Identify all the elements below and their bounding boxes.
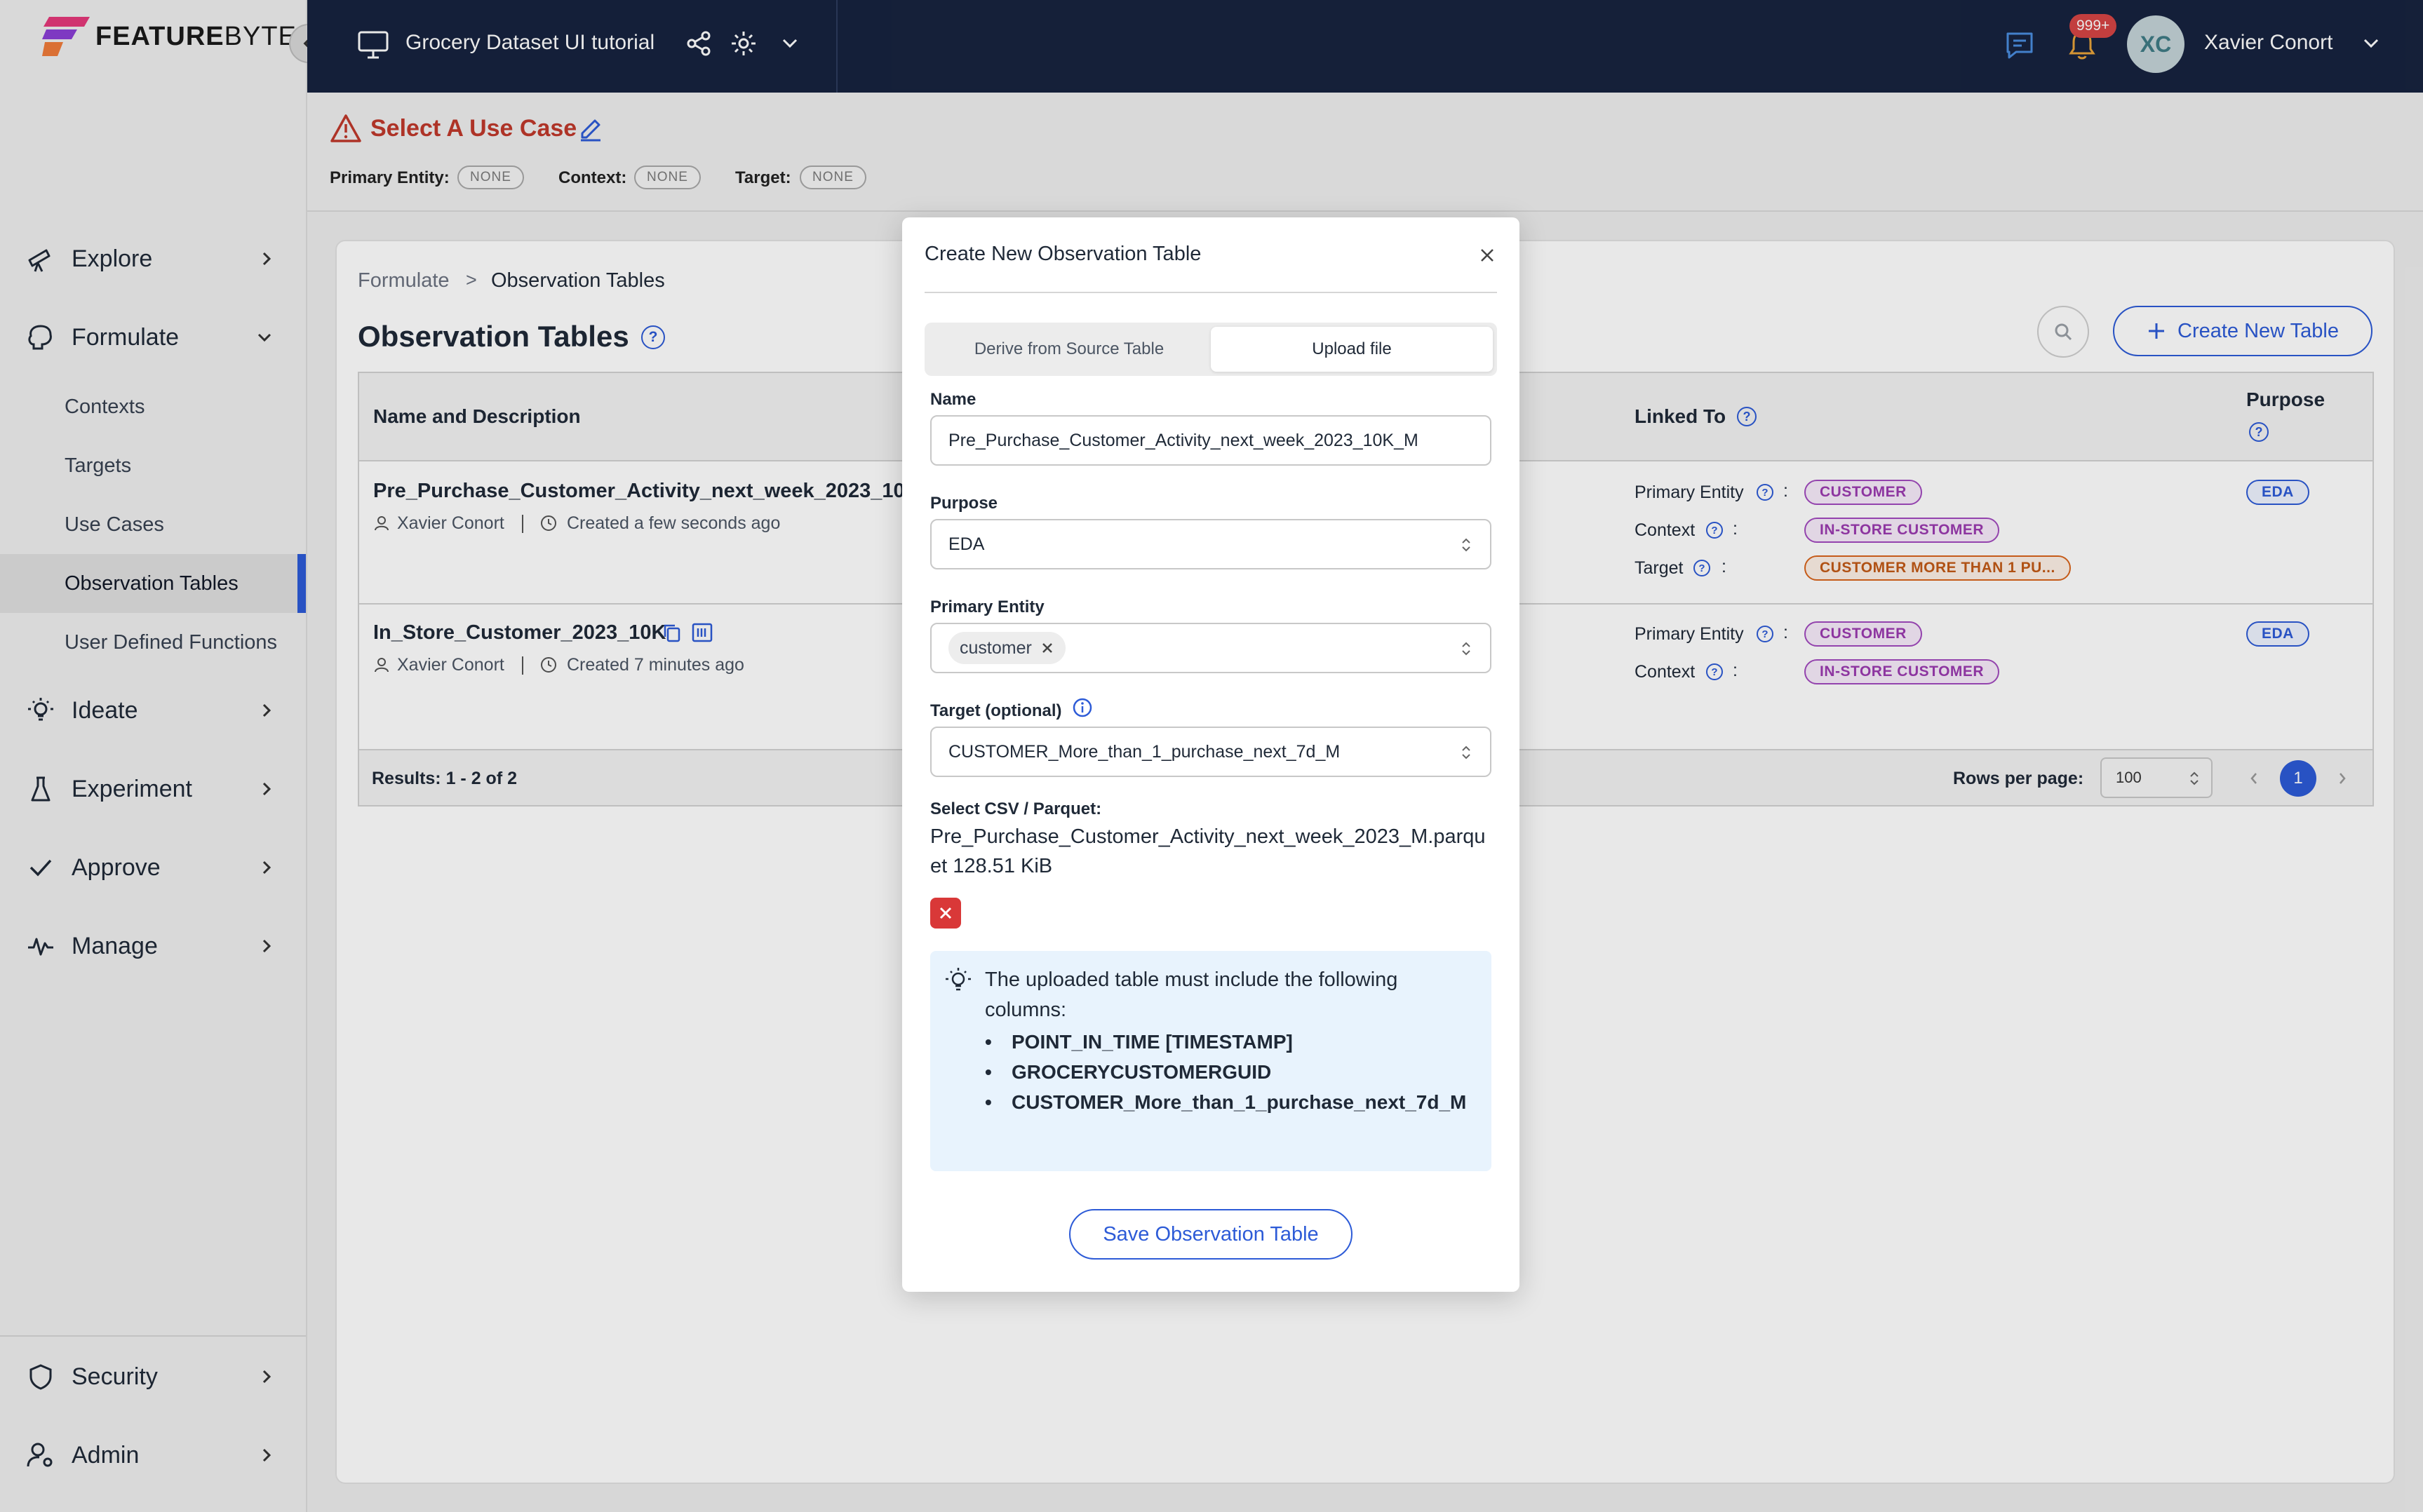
remove-file-button[interactable] — [930, 898, 961, 929]
tab-derive-from-source[interactable]: Derive from Source Table — [929, 327, 1209, 372]
name-input[interactable]: Pre_Purchase_Customer_Activity_next_week… — [930, 415, 1491, 466]
save-observation-table-button[interactable]: Save Observation Table — [1069, 1209, 1353, 1260]
name-label: Name — [930, 390, 976, 409]
purpose-label: Purpose — [930, 494, 998, 513]
list-item: • GROCERYCUSTOMERGUID — [985, 1061, 1272, 1083]
primary-entity-select[interactable]: customer — [930, 623, 1491, 673]
create-observation-table-modal: Create New Observation Table Derive from… — [902, 217, 1519, 1292]
updown-icon — [1462, 745, 1470, 760]
close-icon[interactable] — [1479, 247, 1496, 264]
purpose-select-value: EDA — [948, 534, 985, 554]
purpose-select[interactable]: EDA — [930, 519, 1491, 569]
required-columns-list: • POINT_IN_TIME [TIMESTAMP] • GROCERYCUSTO… — [985, 1027, 1476, 1117]
updown-icon — [1462, 642, 1470, 656]
modal-title: Create New Observation Table — [925, 243, 1202, 265]
primary-entity-label: Primary Entity — [930, 598, 1045, 616]
file-label: Select CSV / Parquet: — [930, 799, 1102, 818]
list-item: • CUSTOMER_More_than_1_purchase_next_7d_M — [985, 1091, 1467, 1113]
modal-divider — [925, 292, 1497, 293]
lightbulb-icon — [946, 968, 971, 991]
entity-tag: customer — [948, 632, 1066, 664]
target-select[interactable]: CUSTOMER_More_than_1_purchase_next_7d_M — [930, 727, 1491, 777]
list-item: • POINT_IN_TIME [TIMESTAMP] — [985, 1031, 1293, 1053]
tab-upload-file[interactable]: Upload file — [1211, 327, 1493, 372]
required-columns-info: The uploaded table must include the foll… — [930, 951, 1491, 1171]
info-text: The uploaded table must include the foll… — [985, 968, 1398, 1021]
name-input-value: Pre_Purchase_Customer_Activity_next_week… — [948, 430, 1418, 450]
info-icon[interactable] — [1072, 697, 1093, 718]
entity-tag-label: customer — [960, 637, 1032, 658]
target-label: Target (optional) — [930, 701, 1062, 720]
target-select-value: CUSTOMER_More_than_1_purchase_next_7d_M — [948, 741, 1341, 762]
close-icon — [939, 907, 952, 919]
remove-tag-icon[interactable] — [1040, 641, 1054, 655]
file-name: Pre_Purchase_Customer_Activity_next_week… — [930, 825, 1486, 877]
updown-icon — [1462, 538, 1470, 552]
